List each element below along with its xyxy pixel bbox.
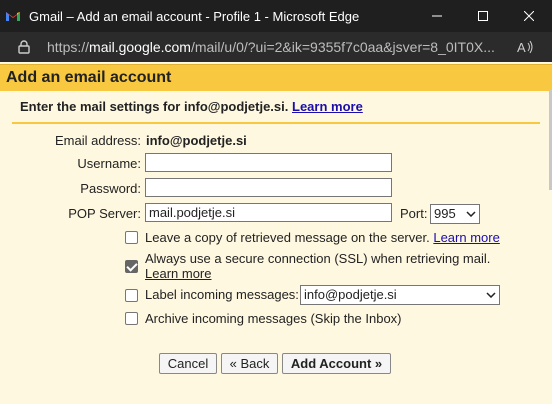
username-input[interactable]	[145, 153, 392, 172]
window-title: Gmail – Add an email account - Profile 1…	[29, 8, 360, 24]
username-label: Username:	[77, 156, 141, 171]
leave-copy-learn-more-link[interactable]: Learn more	[433, 230, 499, 245]
ssl-learn-more-link[interactable]: Learn more	[145, 266, 211, 281]
instructions-text: Enter the mail settings for info@podjetj…	[20, 99, 289, 114]
cancel-button[interactable]: Cancel	[159, 353, 217, 374]
port-label: Port:	[400, 206, 428, 221]
url-prefix: https://	[47, 39, 90, 55]
label-incoming-select-value: info@podjetje.si	[304, 287, 397, 302]
url-path: /mail/u/0/?ui=2&ik=9355f7c0aa&jsver=8_0I…	[190, 39, 495, 55]
port-select[interactable]: 995	[430, 204, 480, 224]
label-incoming-label: Label incoming messages:	[145, 287, 299, 302]
lock-icon[interactable]	[17, 40, 31, 54]
email-label: Email address:	[55, 133, 141, 148]
learn-more-link[interactable]: Learn more	[292, 99, 363, 114]
gmail-logo-icon	[6, 12, 20, 21]
page-title: Add an email account	[6, 69, 172, 86]
maximize-icon[interactable]	[460, 0, 506, 32]
svg-text:A: A	[517, 40, 526, 55]
browser-title-bar: Gmail – Add an email account - Profile 1…	[0, 0, 552, 32]
divider	[12, 122, 540, 124]
leave-copy-checkbox[interactable]	[125, 231, 138, 244]
dialog-header: Add an email account	[0, 64, 552, 91]
label-incoming-checkbox[interactable]	[125, 289, 138, 302]
archive-label: Archive incoming messages (Skip the Inbo…	[145, 311, 402, 326]
read-aloud-icon[interactable]: A	[517, 39, 535, 55]
leave-copy-option: Leave a copy of retrieved message on the…	[145, 230, 500, 245]
pop-server-input[interactable]: mail.podjetje.si	[145, 203, 392, 222]
pop-server-label: POP Server:	[68, 206, 141, 221]
chevron-down-icon	[486, 292, 496, 298]
chevron-down-icon	[466, 211, 476, 217]
email-value: info@podjetje.si	[146, 133, 247, 148]
archive-checkbox[interactable]	[125, 312, 138, 325]
close-icon[interactable]	[506, 0, 552, 32]
ssl-label: Always use a secure connection (SSL) whe…	[145, 251, 491, 266]
password-label: Password:	[80, 181, 141, 196]
password-input[interactable]	[145, 178, 392, 197]
back-button[interactable]: « Back	[221, 353, 278, 374]
label-incoming-select[interactable]: info@podjetje.si	[300, 285, 500, 305]
leave-copy-label: Leave a copy of retrieved message on the…	[145, 230, 430, 245]
add-account-button[interactable]: Add Account »	[282, 353, 391, 374]
address-bar[interactable]: https://mail.google.com/mail/u/0/?ui=2&i…	[0, 32, 552, 62]
instructions: Enter the mail settings for info@podjetj…	[20, 99, 363, 114]
ssl-checkbox[interactable]	[125, 260, 138, 273]
url-text[interactable]: https://mail.google.com/mail/u/0/?ui=2&i…	[47, 39, 509, 55]
url-host: mail.google.com	[89, 39, 191, 55]
minimize-icon[interactable]	[414, 0, 460, 32]
port-value: 995	[434, 206, 456, 221]
